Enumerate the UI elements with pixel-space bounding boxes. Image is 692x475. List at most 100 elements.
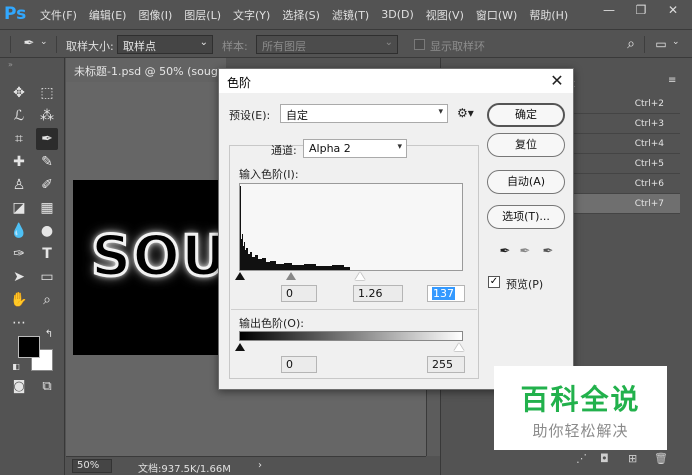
show-ring-checkbox[interactable] xyxy=(414,39,425,50)
auto-button[interactable]: 自动(A) xyxy=(487,170,565,194)
options-button[interactable]: 选项(T)... xyxy=(487,205,565,229)
eyedropper-preset-icon[interactable]: ✒ xyxy=(18,33,40,55)
channel-row[interactable]: Ctrl+4 xyxy=(572,134,680,154)
levels-dialog: 色阶 ✕ 预设(E): 自定 ▾ ⚙▾ 通道: Alpha 2 ▾ 输入色阶(I… xyxy=(218,68,574,390)
crop-tool-icon[interactable]: ⌗ xyxy=(8,128,30,150)
swap-colors-icon[interactable]: ↰ xyxy=(42,328,56,342)
toolbox: » ✥ ⬚ ℒ ⁂ ⌗ ✒ ✚ ✎ ♙ ✐ ◪ ▦ 💧 ● ✑ T ➤ ▭ ✋ … xyxy=(0,58,65,475)
sample-size-select[interactable]: 取样点 ⌄ xyxy=(117,35,213,54)
clone-stamp-tool-icon[interactable]: ♙ xyxy=(8,174,30,196)
menu-bar: Ps 文件(F) 编辑(E) 图像(I) 图层(L) 文字(Y) 选择(S) 滤… xyxy=(0,0,692,29)
window-close-button[interactable]: ✕ xyxy=(658,0,688,20)
magic-wand-tool-icon[interactable]: ⁂ xyxy=(36,105,58,127)
channel-row[interactable]: Ctrl+5 xyxy=(572,154,680,174)
output-black-field[interactable]: 0 xyxy=(281,356,317,373)
ok-button[interactable]: 确定 xyxy=(487,103,565,127)
healing-brush-tool-icon[interactable]: ✚ xyxy=(8,151,30,173)
input-white-field[interactable]: 137 xyxy=(427,285,465,302)
channel-row-selected[interactable]: Ctrl+7 xyxy=(572,194,680,214)
input-black-field[interactable]: 0 xyxy=(281,285,317,302)
zoom-tool-icon[interactable]: ⌕ xyxy=(36,289,58,311)
preview-label: 预览(P) xyxy=(506,278,544,291)
save-selection-icon[interactable]: ◘ xyxy=(600,452,609,465)
gradient-tool-icon[interactable]: ▦ xyxy=(36,197,58,219)
chevron-down-icon: ▾ xyxy=(438,107,443,117)
channel-row[interactable]: Ctrl+2 xyxy=(572,94,680,114)
dodge-tool-icon[interactable]: ● xyxy=(36,220,58,242)
preset-chevron-down-icon[interactable]: ⌄ xyxy=(40,37,48,47)
black-point-eyedropper-icon[interactable]: ✒ xyxy=(497,244,513,262)
input-black-slider[interactable] xyxy=(235,272,245,280)
hand-tool-icon[interactable]: ✋ xyxy=(8,289,30,311)
channel-label: 通道: xyxy=(271,144,297,157)
eraser-tool-icon[interactable]: ◪ xyxy=(8,197,30,219)
output-black-slider[interactable] xyxy=(235,343,245,351)
output-white-slider[interactable] xyxy=(454,343,464,351)
sample-value: 所有图层 xyxy=(262,40,306,53)
input-gamma-slider[interactable] xyxy=(286,272,296,280)
history-brush-tool-icon[interactable]: ✐ xyxy=(36,174,58,196)
options-separator xyxy=(56,36,57,53)
foreground-color-swatch-front[interactable] xyxy=(18,336,40,358)
path-selection-tool-icon[interactable]: ➤ xyxy=(8,266,30,288)
default-colors-icon[interactable]: ◧ xyxy=(10,361,22,373)
channel-select[interactable]: Alpha 2 ▾ xyxy=(303,139,407,158)
blur-tool-icon[interactable]: 💧 xyxy=(8,220,30,242)
delete-channel-icon[interactable]: 🗑 xyxy=(654,452,668,465)
output-white-field[interactable]: 255 xyxy=(427,356,465,373)
reset-button[interactable]: 复位 xyxy=(487,133,565,157)
input-gamma-field[interactable]: 1.26 xyxy=(353,285,403,302)
move-tool-icon[interactable]: ✥ xyxy=(8,82,30,104)
preset-select[interactable]: 自定 ▾ xyxy=(280,104,448,123)
gray-point-eyedropper-icon[interactable]: ✒ xyxy=(517,244,533,262)
menu-layer[interactable]: 图层(L) xyxy=(184,7,221,23)
zoom-level-field[interactable]: 50% xyxy=(72,459,112,473)
lasso-tool-icon[interactable]: ℒ xyxy=(8,105,30,127)
brush-tool-icon[interactable]: ✎ xyxy=(36,151,58,173)
menu-3d[interactable]: 3D(D) xyxy=(381,8,414,21)
channel-row[interactable]: Ctrl+6 xyxy=(572,174,680,194)
channel-row[interactable]: Ctrl+3 xyxy=(572,114,680,134)
preset-options-gear-icon[interactable]: ⚙▾ xyxy=(457,106,474,120)
panel-menu-icon[interactable]: ≡ xyxy=(668,75,676,86)
preview-checkbox[interactable]: ✓ xyxy=(488,276,500,288)
menu-window[interactable]: 窗口(W) xyxy=(476,7,517,23)
canvas[interactable]: SOU xyxy=(73,180,228,355)
new-channel-icon[interactable]: ⊞ xyxy=(628,452,637,465)
input-white-slider[interactable] xyxy=(355,272,365,280)
menu-type[interactable]: 文字(Y) xyxy=(233,7,270,23)
restore-button[interactable]: ❐ xyxy=(626,0,656,20)
type-tool-icon[interactable]: T xyxy=(36,243,58,265)
status-menu-arrow-icon[interactable]: › xyxy=(258,460,262,471)
pen-tool-icon[interactable]: ✑ xyxy=(8,243,30,265)
search-icon[interactable]: ⌕ xyxy=(620,33,642,55)
quick-mask-icon[interactable]: ◙ xyxy=(8,376,30,398)
menu-view[interactable]: 视图(V) xyxy=(426,7,464,23)
menu-file[interactable]: 文件(F) xyxy=(40,7,77,23)
sample-select[interactable]: 所有图层 ⌄ xyxy=(256,35,398,54)
toolbox-collapse-icon[interactable]: » xyxy=(8,60,13,69)
rectangle-tool-icon[interactable]: ▭ xyxy=(36,266,58,288)
eyedropper-tool-icon[interactable]: ✒ xyxy=(36,128,58,150)
watermark-subtitle: 助你轻松解决 xyxy=(532,422,629,440)
chevron-down-icon: ▾ xyxy=(397,142,402,152)
menu-edit[interactable]: 编辑(E) xyxy=(89,7,127,23)
white-point-eyedropper-icon[interactable]: ✒ xyxy=(540,244,556,262)
menu-select[interactable]: 选择(S) xyxy=(282,7,320,23)
document-tab[interactable]: 未标题-1.psd @ 50% (sougou xyxy=(66,58,226,82)
more-tools-icon[interactable]: ⋯ xyxy=(8,312,30,334)
menu-filter[interactable]: 滤镜(T) xyxy=(332,7,369,23)
histogram-graph xyxy=(240,186,350,270)
screen-mode-icon[interactable]: ⧉ xyxy=(36,376,58,398)
close-icon[interactable]: ✕ xyxy=(547,71,567,91)
minimize-button[interactable]: — xyxy=(594,0,624,20)
status-bar: 50% 文档:937.5K/1.66M › xyxy=(66,456,426,475)
workspace-chevron-down-icon[interactable]: ⌄ xyxy=(672,37,680,47)
load-selection-icon[interactable]: ⋰ xyxy=(576,452,587,465)
menu-image[interactable]: 图像(I) xyxy=(138,7,172,23)
workspace-icon[interactable]: ▭ xyxy=(650,33,672,55)
menu-help[interactable]: 帮助(H) xyxy=(529,7,568,23)
dialog-title-bar[interactable]: 色阶 ✕ xyxy=(219,69,573,93)
canvas-glow-text: SOU xyxy=(89,223,228,291)
marquee-tool-icon[interactable]: ⬚ xyxy=(36,82,58,104)
